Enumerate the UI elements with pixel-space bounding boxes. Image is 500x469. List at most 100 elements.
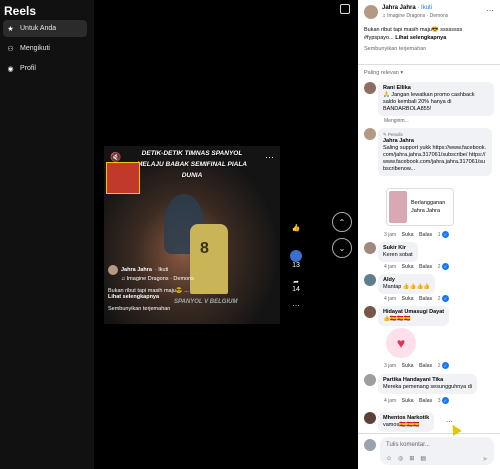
- comment-item: Mhentos Narkotik vamos🇪🇸🇪🇸🇪🇸 ⋯: [364, 412, 496, 434]
- sidebar-title: Reels: [4, 4, 37, 18]
- sidebar-item-untuk-anda[interactable]: ★ Untuk Anda: [3, 20, 87, 37]
- comment-bubble: Sukir Kir Keren sobat: [378, 242, 418, 262]
- avatar[interactable]: [364, 128, 376, 140]
- avatar[interactable]: [364, 412, 376, 424]
- card-label: Berlangganan Jahra Jahra: [411, 200, 446, 214]
- comment-item: Aldy Mantap 👍👍👍👍 4 jam Suka Balas 2 ✓: [364, 274, 496, 304]
- comment-author[interactable]: Sukir Kir: [383, 245, 413, 252]
- star-icon: ★: [7, 25, 14, 33]
- more-icon: ⋯: [292, 303, 300, 310]
- like-link[interactable]: Suka: [402, 264, 414, 270]
- comment-icon: [290, 250, 302, 262]
- like-reaction-icon: ✓: [441, 295, 449, 302]
- like-reaction-icon: ✓: [441, 397, 449, 404]
- reaction-count: 2: [437, 295, 441, 302]
- video-follow[interactable]: · Ikuti: [155, 267, 168, 273]
- comment-author[interactable]: Jahra Jahra: [383, 138, 487, 145]
- comment-meta: 3 jam Suka Balas 1 ✓: [384, 231, 449, 238]
- previous-reel-button[interactable]: ⌃: [332, 212, 352, 232]
- comment-text: Mereka pemenang sesungguhnya di: [383, 384, 472, 390]
- comment-button[interactable]: 13: [288, 250, 304, 269]
- comment-item: Partika Handayani Tika Mereka pemenang s…: [364, 374, 496, 408]
- sidebar-item-mengikuti[interactable]: ⚇ Mengikuti: [3, 40, 87, 57]
- reply-link[interactable]: Balas: [419, 398, 432, 404]
- comment-meta: 3 jam Suka Balas 2 ✓: [384, 362, 449, 369]
- like-link[interactable]: Suka: [402, 296, 414, 302]
- avatar[interactable]: [364, 82, 376, 94]
- comment-item: ✎ Penulis Jahra Jahra Saling support yuk…: [364, 128, 496, 240]
- share-button[interactable]: ➦ 14: [288, 278, 304, 293]
- video-music[interactable]: ♫ Imagine Dragons · Demons: [121, 276, 280, 282]
- comment-bubble: Hidayat Umasugi Dayat 👍🇪🇸🇪🇸🇪🇸: [378, 306, 450, 326]
- profile-icon: ◉: [7, 65, 14, 73]
- next-reel-button[interactable]: ⌄: [332, 238, 352, 258]
- like-reaction-icon: ✓: [441, 362, 449, 369]
- mute-icon[interactable]: 🔇: [110, 152, 121, 163]
- comment-text: 👍🇪🇸🇪🇸🇪🇸: [383, 316, 411, 322]
- composer-icons[interactable]: ☺◎⊞▤: [386, 455, 432, 462]
- comment-time: 3 jam: [384, 362, 397, 369]
- comment-item: Sukir Kir Keren sobat 4 jam Suka Balas 2…: [364, 242, 496, 272]
- sidebar-item-label: Mengikuti: [20, 45, 50, 52]
- reaction-count: 3: [437, 397, 441, 404]
- send-icon[interactable]: ➤: [482, 455, 488, 463]
- avatar[interactable]: [364, 274, 376, 286]
- comment-author[interactable]: Mhentos Narkotik: [383, 415, 429, 422]
- jersey-number: 8: [200, 240, 209, 257]
- video-caption-more[interactable]: Lihat selengkapnya: [108, 294, 159, 300]
- comment-time: 4 jam: [384, 295, 397, 302]
- avatar: [364, 439, 376, 451]
- follow-link[interactable]: · Ikuti: [417, 5, 432, 11]
- reaction-count: 2: [437, 362, 441, 369]
- video-author-avatar[interactable]: [108, 265, 118, 275]
- sidebar-item-label: Untuk Anda: [20, 25, 57, 32]
- comment-meta: 4 jam Suka Balas 3 ✓: [384, 397, 449, 404]
- comment-item: Rani Ellika 🙏 Jangan lewatkan promo cash…: [364, 82, 496, 126]
- more-actions-button[interactable]: ⋯: [288, 302, 304, 310]
- more-icon[interactable]: ⋯: [486, 6, 494, 15]
- reply-link[interactable]: Balas: [419, 296, 432, 302]
- author-avatar[interactable]: [364, 5, 378, 19]
- banner-line-1: DETIK-DETIK TIMNAS SPANYOL: [141, 150, 243, 157]
- score-caption: SPANYOL V BELGIUM: [174, 299, 238, 305]
- like-button[interactable]: 👍: [288, 224, 304, 232]
- avatar[interactable]: [364, 306, 376, 318]
- like-link[interactable]: Suka: [402, 232, 414, 238]
- like-reaction-icon: ✓: [441, 263, 449, 270]
- comment-input-placeholder: Tulis komentar...: [386, 442, 430, 448]
- like-link[interactable]: Suka: [402, 363, 414, 369]
- avatar[interactable]: [364, 242, 376, 254]
- sidebar-item-profil[interactable]: ◉ Profil: [3, 60, 87, 77]
- comment-bubble: Partika Handayani Tika Mereka pemenang s…: [378, 374, 477, 394]
- more-icon[interactable]: ⋯: [265, 152, 274, 163]
- reel-video[interactable]: 8 DETIK-DETIK TIMNAS SPANYOL MELAJU BABA…: [104, 146, 280, 324]
- comment-author[interactable]: Rani Ellika: [383, 85, 489, 92]
- heart-sticker: ♥: [386, 328, 416, 358]
- reply-link[interactable]: Balas: [419, 232, 432, 238]
- comment-author[interactable]: Partika Handayani Tika: [383, 377, 472, 384]
- comment-bubble: Aldy Mantap 👍👍👍👍: [378, 274, 436, 294]
- people-icon: ⚇: [7, 45, 14, 53]
- reply-link[interactable]: Balas: [419, 264, 432, 270]
- video-author[interactable]: Jahra Jahra: [121, 267, 152, 273]
- author-name-row: Jahra Jahra · Ikuti: [382, 5, 432, 11]
- card-image: [389, 191, 407, 223]
- comment-input[interactable]: Tulis komentar... ☺◎⊞▤ ➤: [380, 437, 494, 465]
- comment-author[interactable]: Aldy: [383, 277, 430, 284]
- video-translation[interactable]: Sembunyikan terjemahan: [108, 306, 280, 312]
- comment-text[interactable]: Saling support yukk https://www.facebook…: [383, 145, 486, 172]
- avatar[interactable]: [364, 374, 376, 386]
- reply-link[interactable]: Balas: [419, 363, 432, 369]
- translation-toggle[interactable]: Sembunyikan terjemahan: [364, 46, 426, 52]
- author-name[interactable]: Jahra Jahra: [382, 5, 416, 11]
- expand-icon[interactable]: [340, 4, 350, 14]
- author-music[interactable]: ♫ Imagine Dragons · Demons: [382, 13, 448, 19]
- caption-tag[interactable]: #fypspayo...: [364, 35, 394, 41]
- comment-author[interactable]: Hidayat Umasugi Dayat: [383, 309, 444, 316]
- thumbs-up-icon: 👍: [291, 225, 301, 232]
- like-link[interactable]: Suka: [402, 398, 414, 404]
- subscribe-card[interactable]: Berlangganan Jahra Jahra: [386, 188, 454, 226]
- sort-dropdown[interactable]: Paling relevan ▾: [364, 70, 403, 76]
- sidebar-item-label: Profil: [20, 65, 36, 72]
- caption-more[interactable]: Lihat selengkapnya: [395, 35, 446, 41]
